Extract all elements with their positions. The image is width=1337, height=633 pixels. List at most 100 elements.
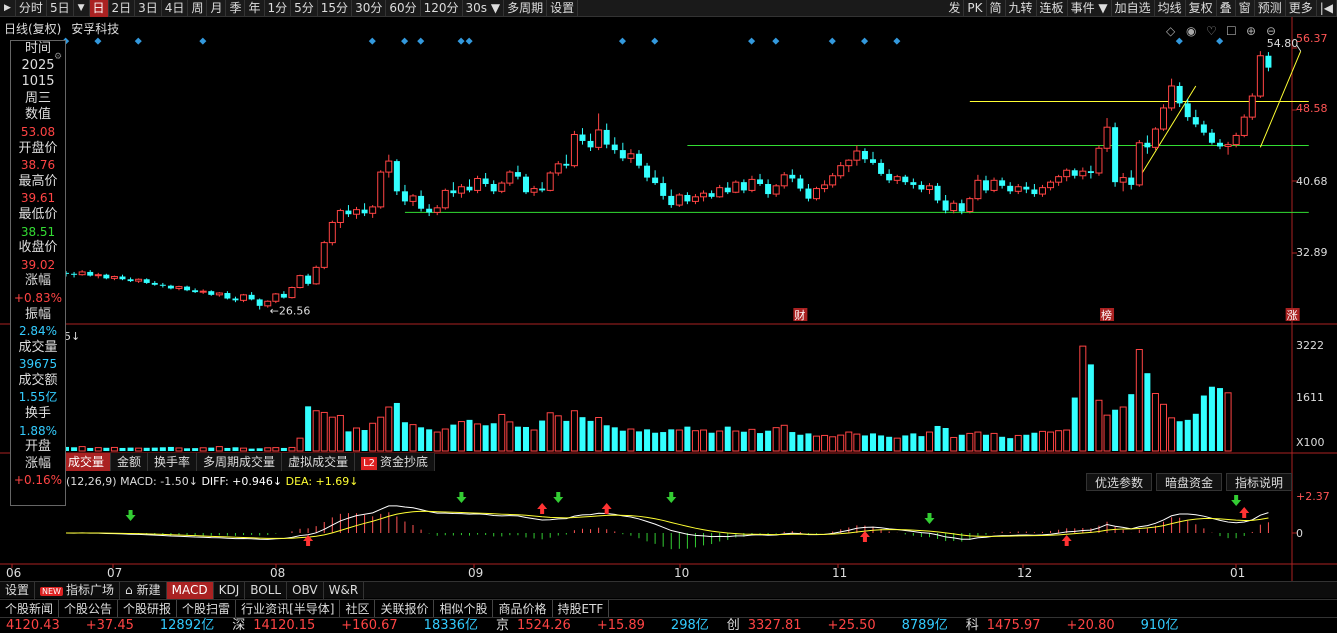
toolbar-right-button[interactable]: 预测 (1255, 0, 1286, 17)
indicator-help-button[interactable]: 指标说明 (1225, 473, 1292, 491)
candle-body (320, 242, 328, 268)
period-button[interactable]: 分时 (16, 0, 47, 17)
optimize-params-button[interactable]: 优选参数 (1085, 473, 1152, 491)
volume-tab[interactable]: 成交量 (62, 453, 112, 471)
period-button[interactable]: 3日 (135, 0, 162, 17)
news-tab[interactable]: 行业资讯[半导体] (236, 600, 341, 618)
candle-body (1160, 107, 1168, 130)
indicator-tab[interactable]: NEW 指标广场 (35, 582, 120, 599)
period-button[interactable]: 120分 (421, 0, 463, 17)
ticker-item[interactable]: 4120.43 +37.45 12892亿 (0, 618, 226, 633)
toolbar-right-button[interactable]: PK (964, 0, 987, 17)
zoom-out-icon[interactable]: ⊖ (1266, 24, 1276, 38)
ticker-item[interactable]: 京 1524.26 +15.89 298亿 (490, 618, 721, 633)
volume-tab[interactable]: L2 资金抄底 (355, 453, 436, 471)
volume-bar (925, 431, 933, 452)
volume-bar (159, 447, 166, 451)
zoom-in-icon[interactable]: ⊕ (1246, 24, 1256, 38)
ticker-item[interactable]: 科 1475.97 +20.80 910亿 (960, 618, 1191, 633)
like-icon[interactable]: ♡ (1206, 24, 1217, 38)
period-button[interactable]: 30s ▼ (463, 0, 505, 17)
volume-bar (272, 447, 280, 452)
news-tab[interactable]: 社区 (340, 600, 376, 618)
toolbar-right-button[interactable]: 复权 (1186, 0, 1217, 17)
toolbar-right-button[interactable]: 叠 (1217, 0, 1236, 17)
copy-icon[interactable]: ☐ (1226, 24, 1237, 38)
volume-tab[interactable]: 多周期成交量 (197, 453, 283, 471)
period-button[interactable]: 30分 (352, 0, 387, 17)
indicator-tab[interactable]: 设置 (0, 582, 36, 599)
candle-body (757, 179, 764, 184)
period-button[interactable]: 月 (207, 0, 227, 17)
back-arrow-icon[interactable]: ▶ (0, 0, 16, 17)
period-button[interactable]: 5分 (291, 0, 318, 17)
volume-bar (821, 434, 829, 452)
volume-bar (652, 432, 659, 451)
period-button[interactable]: 1分 (265, 0, 292, 17)
volume-tab[interactable]: 金额 (111, 453, 149, 471)
toolbar-right-button[interactable]: 简 (987, 0, 1006, 17)
ticker-value: 14120.15 (253, 618, 316, 633)
news-tab[interactable]: 关联报价 (375, 600, 435, 618)
candle-body (1144, 142, 1151, 148)
period-button[interactable]: 设置 (547, 0, 579, 17)
indicator-tab[interactable]: OBV (287, 582, 324, 599)
volume-tab[interactable]: 虚拟成交量 (282, 453, 356, 471)
news-tab[interactable]: 相似个股 (434, 600, 494, 618)
toolbar-right-button[interactable]: 连板 (1037, 0, 1068, 17)
l2-badge: L2 (361, 457, 378, 470)
volume-tab[interactable]: 换手率 (148, 453, 198, 471)
macd-axis-label: 0 (1296, 527, 1303, 540)
period-button[interactable]: 4日 (162, 0, 189, 17)
news-tab[interactable]: 个股研报 (118, 600, 178, 618)
ticker-item[interactable]: 深 14120.15 +160.67 18336亿 (226, 618, 490, 633)
info-label: 数值 (24, 107, 51, 123)
candle-body (644, 165, 651, 178)
volume-bar (345, 431, 352, 451)
period-button[interactable]: 日 (89, 0, 109, 17)
news-tab[interactable]: 个股扫雷 (177, 600, 237, 618)
period-button[interactable]: ▼ (74, 0, 90, 17)
toolbar-right-button[interactable]: 均线 (1155, 0, 1186, 17)
candle-body (982, 180, 989, 191)
news-tab[interactable]: 个股新闻 (0, 600, 60, 618)
candle-body (1079, 170, 1087, 177)
gear-icon[interactable]: ⚙ (54, 52, 62, 62)
kline-chart-area[interactable]: 54.80 ←26.56 ◇ ◉ ♡ ☐ ⊕ ⊖ 财 榜 涨 5↓ 06 07 08 09 10 11 12 01 (0, 17, 1337, 581)
ticker-change: +25.50 (827, 618, 876, 633)
candle-body (797, 178, 804, 189)
period-button[interactable]: 多周期 (504, 0, 548, 17)
period-button[interactable]: 年 (245, 0, 265, 17)
toolbar-right-button[interactable]: 九转 (1006, 0, 1037, 17)
dark-pool-fund-button[interactable]: 暗盘资金 (1155, 473, 1222, 491)
period-button[interactable]: 季 (226, 0, 246, 17)
toolbar-right-button[interactable]: 事件 ▼ (1068, 0, 1112, 17)
period-button[interactable]: 2日 (109, 0, 136, 17)
toolbar-right-button[interactable]: 窗 (1236, 0, 1255, 17)
candle-body (1063, 169, 1071, 178)
news-tab[interactable]: 持股ETF (553, 600, 610, 618)
toolbar-right-button[interactable]: 加自选 (1112, 0, 1155, 17)
indicator-tab[interactable]: ⌂ 新建 (120, 582, 167, 599)
volume-bar (1063, 429, 1071, 452)
news-tab[interactable]: 商品价格 (493, 600, 553, 618)
indicator-tab[interactable]: W&R (324, 582, 365, 599)
event-marker (401, 37, 409, 45)
period-button[interactable]: 周 (188, 0, 208, 17)
period-button[interactable]: 60分 (386, 0, 421, 17)
period-button[interactable]: 15分 (318, 0, 353, 17)
period-button[interactable]: 5日 (47, 0, 74, 17)
candle-body (886, 173, 893, 181)
news-tab[interactable]: 个股公告 (59, 600, 119, 618)
shape-icon[interactable]: ◇ (1166, 24, 1176, 38)
toolbar-right-button[interactable]: |◀ (1317, 0, 1337, 17)
toolbar-right-button[interactable]: 发 (945, 0, 965, 17)
toolbar-right-button[interactable]: 更多 (1286, 0, 1317, 17)
eye-icon[interactable]: ◉ (1186, 24, 1196, 38)
ticker-item[interactable]: 创 3327.81 +25.50 8789亿 (721, 618, 960, 633)
indicator-tab[interactable]: MACD (166, 582, 214, 599)
indicator-tab[interactable]: BOLL (245, 582, 288, 599)
volume-bar (853, 433, 861, 452)
indicator-tab[interactable]: KDJ (214, 582, 246, 599)
volume-bar (224, 447, 231, 451)
